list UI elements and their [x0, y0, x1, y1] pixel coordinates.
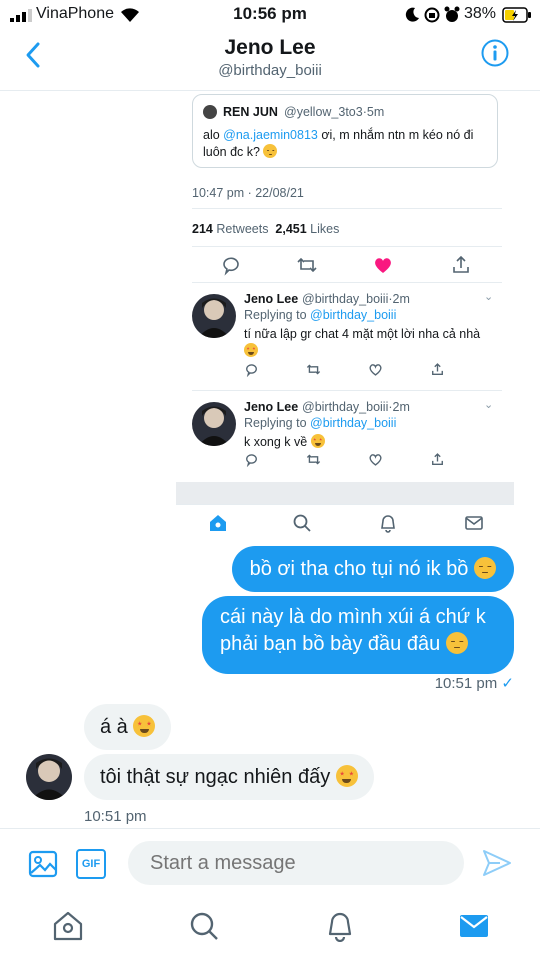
tweet-timestamp: 10:47 pm · 22/08/21 [192, 186, 304, 200]
message-input[interactable] [128, 841, 464, 885]
reply-icon[interactable] [220, 254, 242, 276]
battery-icon [502, 7, 531, 23]
contact-handle: @birthday_boiii [218, 62, 322, 79]
star-struck-emoji [244, 343, 258, 357]
heart-icon[interactable] [372, 254, 394, 276]
star-struck-emoji [133, 715, 156, 737]
quote-avatar [203, 105, 217, 119]
reply-tweet[interactable]: Jeno Lee @birthday_boiii·2m ⌄ Replying t… [176, 286, 502, 394]
shared-tweet-screenshot[interactable]: REN JUN @yellow_3to3·5m alo @na.jaemin08… [176, 92, 514, 504]
outgoing-message[interactable]: bồ ơi tha cho tụi nó ik bồ [231, 546, 514, 592]
incoming-timestamp: 10:51 pm [84, 808, 147, 825]
tweet-stats: 214 Retweets 2,451 Likes [192, 222, 340, 236]
avatar [192, 294, 236, 338]
reply-actions [244, 452, 454, 468]
like-icon[interactable] [368, 452, 383, 467]
retweet-icon[interactable] [296, 254, 318, 276]
gif-icon[interactable]: GIF [76, 849, 106, 879]
tweet-actions [192, 254, 502, 278]
moon-icon [405, 7, 419, 22]
home-icon[interactable] [52, 910, 84, 942]
quote-author-handle: @yellow_3to3·5m [284, 105, 385, 119]
status-bar: VinaPhone 10:56 pm 38% [0, 0, 540, 30]
star-struck-emoji [310, 434, 325, 448]
pensive-emoji [263, 144, 278, 158]
send-icon[interactable] [482, 849, 512, 877]
incoming-message[interactable]: á à [84, 704, 172, 750]
quote-text: alo @na.jaemin0813 ơi, m nhắm ntn m kéo … [203, 128, 474, 159]
mail-icon [465, 516, 483, 530]
divider [192, 282, 502, 283]
quote-mention: @na.jaemin0813 [223, 128, 318, 142]
share-icon[interactable] [430, 452, 445, 467]
outgoing-timestamp: 10:51 pm [434, 675, 498, 692]
reply-icon[interactable] [244, 452, 259, 467]
reply-author-handle: @birthday_boiii·2m [302, 292, 410, 306]
conversation-header: Jeno Lee @birthday_boiii [0, 30, 540, 91]
screenshot-divider-bar [176, 482, 514, 504]
search-icon [293, 514, 311, 532]
incoming-message[interactable]: tôi thật sự ngạc nhiên đấy [84, 754, 374, 800]
contact-avatar[interactable] [26, 754, 72, 800]
divider [192, 246, 502, 247]
image-icon[interactable] [28, 849, 58, 879]
replying-to: Replying to @birthday_boiii [244, 416, 397, 430]
avatar [192, 402, 236, 446]
screenshot-tab-bar [176, 504, 514, 545]
chevron-down-icon[interactable]: ⌄ [484, 290, 493, 303]
chevron-down-icon[interactable]: ⌄ [484, 398, 493, 411]
alarm-icon [444, 6, 460, 22]
seen-check-icon: ✓ [501, 675, 514, 692]
reply-icon[interactable] [244, 362, 259, 377]
info-icon[interactable] [480, 38, 510, 68]
retweet-icon[interactable] [306, 452, 321, 467]
message-composer: GIF [0, 828, 540, 895]
divider [192, 390, 502, 391]
outgoing-message-meta: 10:51 pm ✓ [435, 674, 514, 692]
mail-icon[interactable] [458, 910, 490, 942]
divider [192, 208, 502, 209]
reply-text: k xong k về [244, 434, 494, 451]
contact-name: Jeno Lee [224, 36, 316, 59]
search-icon[interactable] [188, 910, 220, 942]
share-icon[interactable] [450, 254, 472, 276]
bell-icon [381, 515, 395, 533]
quote-author-name: REN JUN [223, 105, 278, 119]
bell-icon[interactable] [324, 910, 356, 942]
star-struck-emoji [335, 765, 358, 787]
quoted-tweet: REN JUN @yellow_3to3·5m alo @na.jaemin08… [192, 94, 498, 168]
retweet-icon[interactable] [306, 362, 321, 377]
rotation-lock-icon [424, 7, 440, 23]
reply-text: tí nữa lập gr chat 4 mặt một lời nha cả … [244, 326, 494, 360]
reply-author-name: Jeno Lee [244, 292, 299, 306]
like-icon[interactable] [368, 362, 383, 377]
pensive-emoji [474, 557, 496, 579]
reply-actions [244, 362, 454, 378]
reply-author-name: Jeno Lee [244, 400, 299, 414]
pensive-emoji [445, 632, 468, 654]
battery-percent: 38% [464, 5, 497, 22]
replying-to: Replying to @birthday_boiii [244, 308, 397, 322]
bottom-navigation [0, 894, 540, 960]
reply-author-handle: @birthday_boiii·2m [302, 400, 410, 414]
home-icon [210, 515, 226, 531]
share-icon[interactable] [430, 362, 445, 377]
outgoing-message[interactable]: cái này là do mình xúi á chứ k phải bạn … [202, 596, 514, 674]
